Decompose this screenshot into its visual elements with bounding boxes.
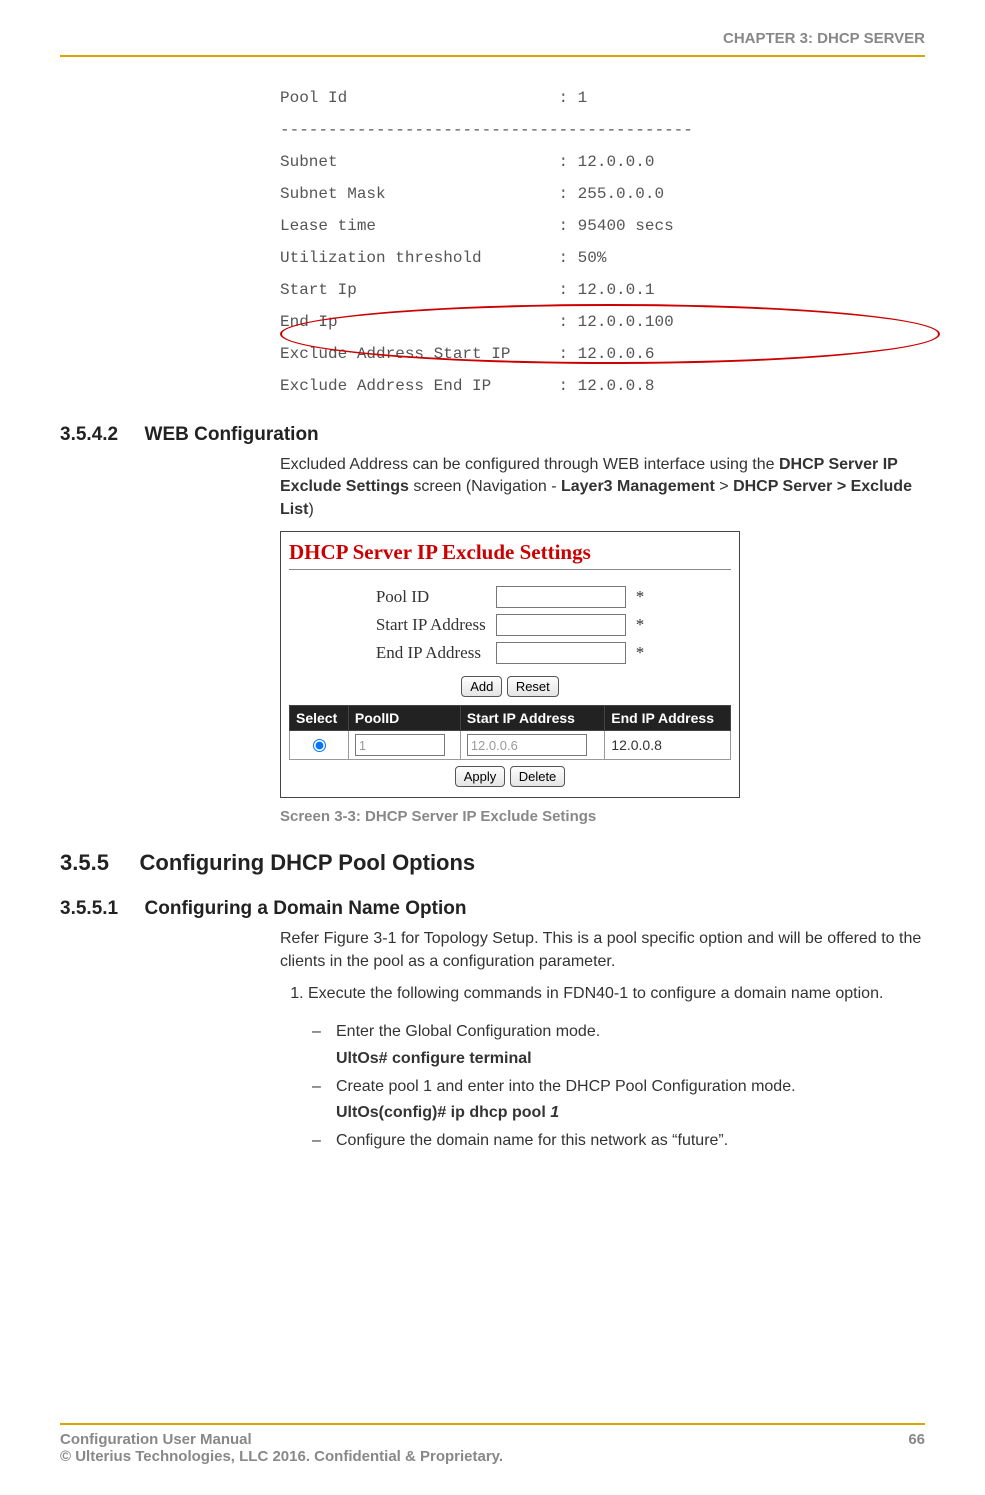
cli-line: Start Ip : 12.0.0.1 — [280, 281, 654, 299]
end-ip-input[interactable] — [496, 642, 626, 664]
cli-line: ----------------------------------------… — [280, 121, 693, 139]
col-select: Select — [290, 706, 349, 731]
footer-copyright: © Ulterius Technologies, LLC 2016. Confi… — [60, 1448, 925, 1465]
cli-line: Subnet Mask : 255.0.0.0 — [280, 185, 664, 203]
cli-line: Exclude Address End IP : 12.0.0.8 — [280, 377, 654, 395]
cli-line: Utilization threshold : 50% — [280, 249, 606, 267]
highlight-ellipse — [280, 304, 940, 364]
pool-id-input[interactable] — [496, 586, 626, 608]
section-heading-3-5-5: 3.5.5 Configuring DHCP Pool Options — [60, 850, 925, 876]
required-asterisk: * — [632, 640, 649, 666]
row-poolid-input[interactable] — [355, 734, 445, 756]
section-heading-3-5-5-1: 3.5.5.1 Configuring a Domain Name Option — [60, 898, 925, 920]
col-start-ip: Start IP Address — [460, 706, 604, 731]
domain-name-paragraph: Refer Figure 3-1 for Topology Setup. Thi… — [280, 928, 925, 973]
steps-list: Execute the following commands in FDN40-… — [280, 983, 925, 1005]
reset-button[interactable]: Reset — [507, 676, 559, 697]
embedded-screenshot: DHCP Server IP Exclude Settings Pool ID … — [280, 531, 740, 798]
exclude-list-table: Select PoolID Start IP Address End IP Ad… — [289, 705, 731, 760]
delete-button[interactable]: Delete — [510, 766, 566, 787]
step-1: Execute the following commands in FDN40-… — [308, 983, 925, 1005]
apply-button[interactable]: Apply — [455, 766, 506, 787]
command-a: UltOs# configure terminal — [336, 1050, 925, 1068]
col-end-ip: End IP Address — [605, 706, 731, 731]
command-b: UltOs(config)# ip dhcp pool 1 — [336, 1104, 925, 1122]
section-number: 3.5.5 — [60, 850, 109, 875]
substep-a: Enter the Global Configuration mode. — [308, 1021, 925, 1043]
section-title: Configuring a Domain Name Option — [145, 898, 467, 919]
section-title: Configuring DHCP Pool Options — [140, 850, 476, 875]
start-ip-label: Start IP Address — [372, 612, 490, 638]
row-endip-cell: 12.0.0.8 — [605, 731, 731, 760]
bold-text: Layer3 Management — [561, 478, 715, 495]
cli-output-block: Pool Id : 1 ----------------------------… — [280, 82, 925, 402]
text: > — [715, 478, 733, 495]
table-row: 12.0.0.8 — [290, 731, 731, 760]
end-ip-label: End IP Address — [372, 640, 490, 666]
row-startip-input[interactable] — [467, 734, 587, 756]
cmd-prefix: UltOs(config)# ip dhcp pool — [336, 1104, 550, 1121]
screenshot-caption: Screen 3-3: DHCP Server IP Exclude Setin… — [280, 808, 925, 825]
cli-line: Lease time : 95400 secs — [280, 217, 674, 235]
footer-manual-title: Configuration User Manual — [60, 1431, 252, 1448]
footer-page-number: 66 — [908, 1431, 925, 1448]
cmd-arg: 1 — [550, 1104, 559, 1121]
section-number: 3.5.4.2 — [60, 424, 118, 445]
text: ) — [308, 501, 313, 518]
add-button[interactable]: Add — [461, 676, 502, 697]
section-number: 3.5.5.1 — [60, 898, 118, 919]
screenshot-title: DHCP Server IP Exclude Settings — [289, 540, 731, 570]
text: Excluded Address can be configured throu… — [280, 456, 779, 473]
cli-line: Pool Id : 1 — [280, 89, 587, 107]
text: screen (Navigation - — [409, 478, 561, 495]
substep-b: Create pool 1 and enter into the DHCP Po… — [308, 1076, 925, 1098]
required-asterisk: * — [632, 612, 649, 638]
page-header-chapter: CHAPTER 3: DHCP SERVER — [60, 30, 925, 57]
page-footer: Configuration User Manual 66 © Ulterius … — [60, 1423, 925, 1465]
row-select-radio[interactable] — [313, 739, 326, 752]
cli-line: Subnet : 12.0.0.0 — [280, 153, 654, 171]
col-poolid: PoolID — [348, 706, 460, 731]
form-table: Pool ID * Start IP Address * End IP Addr… — [370, 582, 650, 668]
start-ip-input[interactable] — [496, 614, 626, 636]
substep-c: Configure the domain name for this netwo… — [308, 1130, 925, 1152]
web-config-paragraph: Excluded Address can be configured throu… — [280, 454, 925, 521]
section-title: WEB Configuration — [145, 424, 319, 445]
section-heading-3-5-4-2: 3.5.4.2 WEB Configuration — [60, 424, 925, 446]
pool-id-label: Pool ID — [372, 584, 490, 610]
required-asterisk: * — [632, 584, 649, 610]
